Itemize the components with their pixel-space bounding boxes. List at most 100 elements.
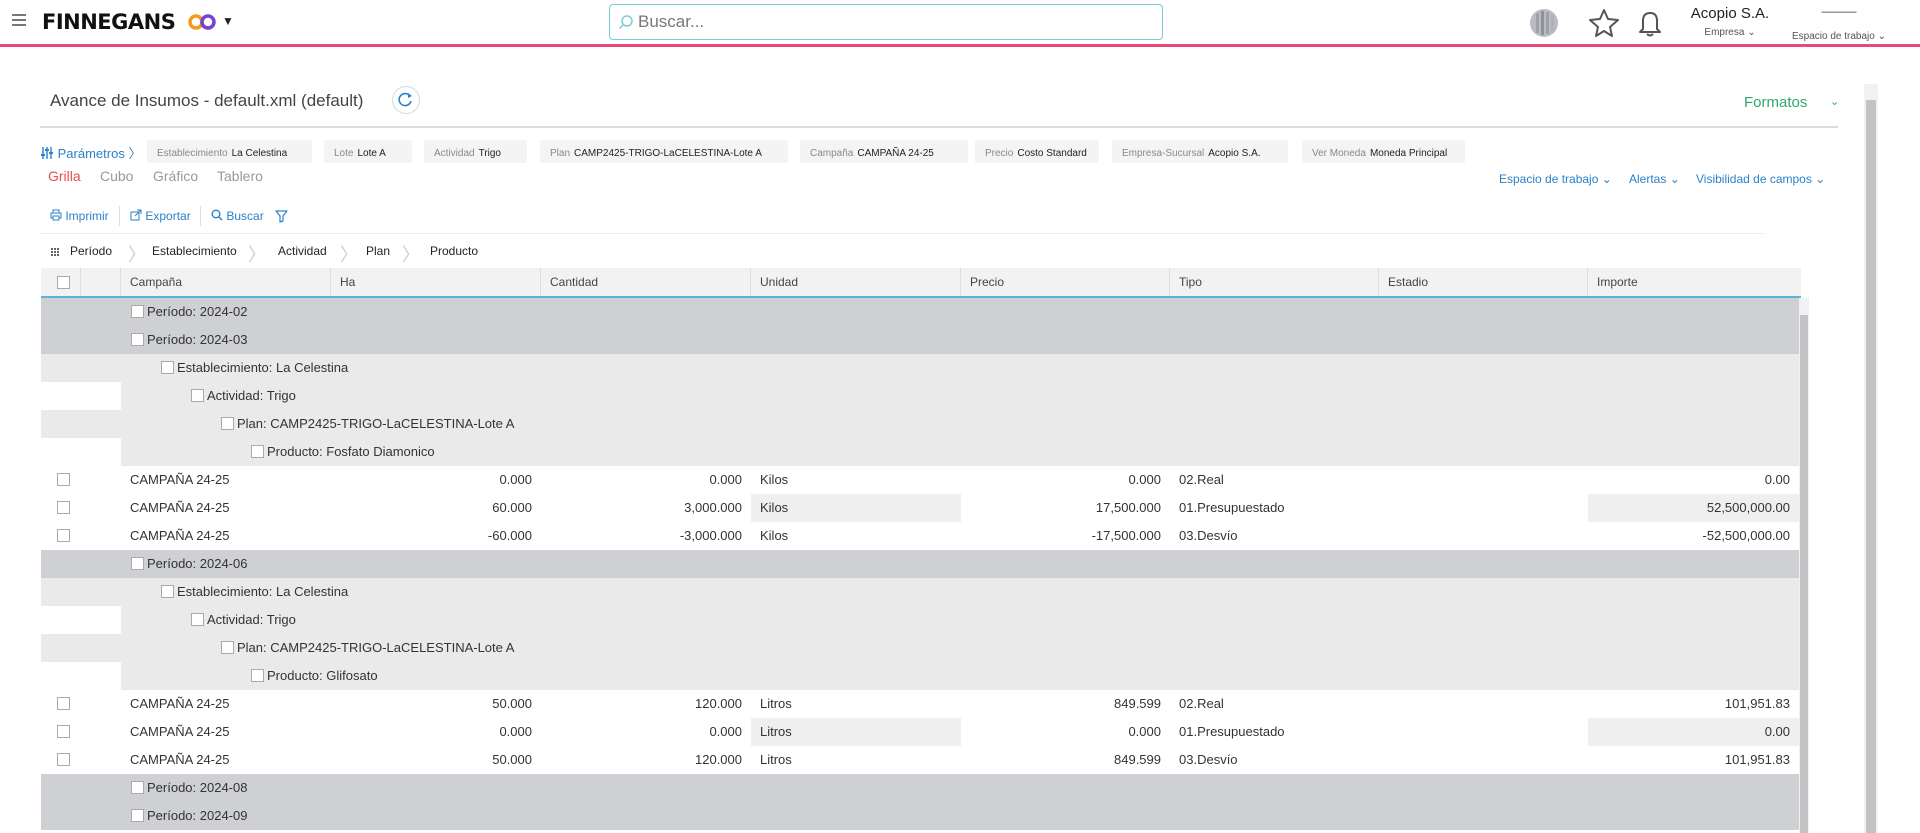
param-campana[interactable]: Campaña CAMPAÑA 24-25 [800, 140, 968, 163]
group-toggle-checkbox[interactable] [251, 669, 264, 683]
notifications-bell-icon[interactable] [1634, 7, 1666, 39]
group-label-text: Establecimiento: La Celestina [177, 360, 349, 375]
groupby-chip[interactable]: Plan [366, 244, 390, 258]
assistant-orb-icon[interactable] [1528, 7, 1560, 39]
espacio-de-trabajo-menu[interactable]: Espacio de trabajo ⌄ [1499, 172, 1612, 186]
table-row[interactable]: CAMPAÑA 24-25 50.000 120.000 Litros 849.599 0… [41, 746, 1801, 774]
group-row[interactable]: Período: 2024-08 [41, 774, 1801, 802]
group-row[interactable]: Establecimiento: La Celestina [41, 354, 1801, 382]
page-scrollbar[interactable] [1864, 84, 1878, 833]
chevron-down-icon[interactable]: ⌄ [1830, 95, 1839, 108]
parametros-link[interactable]: Parámetros 〉 [40, 143, 141, 162]
filter-icon[interactable] [275, 210, 288, 223]
formatos-dropdown[interactable]: Formatos [1744, 94, 1807, 111]
search-input[interactable] [638, 9, 1138, 35]
favorites-star-icon[interactable] [1588, 7, 1620, 39]
groupby-chip[interactable]: Período [70, 244, 112, 258]
param-empresa-sucursal[interactable]: Empresa-Sucursal Acopio S.A. [1112, 140, 1288, 163]
column-header-campana[interactable]: Campaña [121, 268, 331, 296]
table-row[interactable]: CAMPAÑA 24-25 60.000 3,000.000 Kilos 17,500.… [41, 494, 1801, 522]
tab-tablero[interactable]: Tablero [217, 168, 263, 184]
group-row[interactable]: Período: 2024-09 [41, 802, 1801, 830]
group-row[interactable]: Período: 2024-03 [41, 326, 1801, 354]
column-header-ha[interactable]: Ha [331, 268, 541, 296]
row-checkbox[interactable] [57, 725, 70, 738]
table-row[interactable]: CAMPAÑA 24-25 0.000 0.000 Litros 0.000 01.Pre… [41, 718, 1801, 746]
column-header-unidad[interactable]: Unidad [751, 268, 961, 296]
grid-scrollbar-thumb[interactable] [1800, 315, 1808, 833]
group-toggle-checkbox[interactable] [131, 809, 144, 823]
global-search[interactable] [609, 4, 1163, 40]
select-all-checkbox[interactable] [57, 276, 70, 290]
group-row[interactable]: Actividad: Trigo [41, 606, 1801, 634]
column-header-cantidad[interactable]: Cantidad [541, 268, 751, 296]
brand-chevron-down-icon[interactable]: ▼ [222, 14, 234, 28]
group-toggle-checkbox[interactable] [131, 333, 144, 347]
tab-grafico[interactable]: Gráfico [153, 168, 198, 184]
chevron-right-icon: 〉 [128, 245, 146, 265]
group-row[interactable]: Período: 2024-02 [41, 298, 1801, 326]
param-precio[interactable]: Precio Costo Standard [975, 140, 1099, 163]
row-checkbox[interactable] [57, 473, 70, 486]
group-toggle-checkbox[interactable] [161, 585, 174, 599]
table-row[interactable]: CAMPAÑA 24-25 0.000 0.000 Kilos 0.000 02.Real… [41, 466, 1801, 494]
row-checkbox[interactable] [57, 753, 70, 766]
row-checkbox[interactable] [57, 697, 70, 710]
row-checkbox[interactable] [57, 501, 70, 514]
cell-importe: 101,951.83 [1724, 696, 1790, 711]
page-scrollbar-thumb[interactable] [1866, 100, 1876, 833]
hamburger-menu-icon[interactable] [12, 14, 26, 28]
param-lote[interactable]: Lote Lote A [324, 140, 412, 163]
refresh-button[interactable] [392, 86, 420, 114]
param-ver-moneda[interactable]: Ver Moneda Moneda Principal [1302, 140, 1465, 163]
group-row[interactable]: Período: 2024-06 [41, 550, 1801, 578]
group-toggle-checkbox[interactable] [131, 557, 144, 571]
group-row[interactable]: Producto: Fosfato Diamonico [41, 438, 1801, 466]
group-row[interactable]: Plan: CAMP2425-TRIGO-LaCELESTINA-Lote A [41, 634, 1801, 662]
column-header-estadio[interactable]: Estadio [1379, 268, 1588, 296]
row-checkbox[interactable] [57, 529, 70, 542]
param-value: CAMP2425-TRIGO-LaCELESTINA-Lote A [574, 148, 762, 159]
cell-precio: 849.599 [1114, 696, 1161, 711]
param-establecimiento[interactable]: Establecimiento La Celestina [147, 140, 312, 163]
groupby-chip[interactable]: Actividad [278, 244, 327, 258]
visibilidad-de-campos-menu[interactable]: Visibilidad de campos ⌄ [1696, 172, 1825, 186]
group-toggle-checkbox[interactable] [251, 445, 264, 459]
cell-cantidad: -3,000.000 [679, 528, 742, 543]
group-row[interactable]: Establecimiento: La Celestina [41, 578, 1801, 606]
alertas-menu[interactable]: Alertas ⌄ [1629, 172, 1680, 186]
workspace-selector[interactable]: ▬▬▬▬▬▬▬ Espacio de trabajo ⌄ [1786, 5, 1892, 42]
column-header-precio[interactable]: Precio [961, 268, 1170, 296]
tab-grilla[interactable]: Grilla [48, 168, 81, 184]
indent-spacer [41, 606, 121, 634]
param-plan[interactable]: Plan CAMP2425-TRIGO-LaCELESTINA-Lote A [540, 140, 788, 163]
column-header-tipo[interactable]: Tipo [1170, 268, 1379, 296]
group-toggle-checkbox[interactable] [221, 417, 234, 431]
tab-cubo[interactable]: Cubo [100, 168, 133, 184]
print-button[interactable]: Imprimir [50, 209, 109, 223]
search-button[interactable]: Buscar [211, 209, 264, 223]
table-row[interactable]: CAMPAÑA 24-25 50.000 120.000 Litros 849.599 0… [41, 690, 1801, 718]
groupby-chip[interactable]: Establecimiento [152, 244, 237, 258]
cell-importe: 101,951.83 [1724, 752, 1790, 767]
param-actividad[interactable]: Actividad Trigo [424, 140, 527, 163]
group-toggle-checkbox[interactable] [131, 305, 144, 319]
column-header-importe[interactable]: Importe [1588, 268, 1799, 296]
groupby-chip[interactable]: Producto [430, 244, 478, 258]
table-row[interactable]: CAMPAÑA 24-25 -60.000 -3,000.000 Kilos -17,5… [41, 522, 1801, 550]
top-bar: FINNEGANS ▼ Acopio S.A. Empresa ⌄ ▬▬▬▬▬▬… [0, 0, 1920, 47]
export-button[interactable]: Exportar [130, 209, 191, 223]
group-row[interactable]: Actividad: Trigo [41, 382, 1801, 410]
group-label: Plan: CAMP2425-TRIGO-LaCELESTINA-Lote A [221, 410, 514, 438]
group-toggle-checkbox[interactable] [161, 361, 174, 375]
company-selector[interactable]: Acopio S.A. Empresa ⌄ [1688, 5, 1772, 38]
group-row[interactable]: Plan: CAMP2425-TRIGO-LaCELESTINA-Lote A [41, 410, 1801, 438]
grid-scrollbar[interactable] [1799, 298, 1809, 833]
grip-icon[interactable] [50, 247, 60, 257]
group-toggle-checkbox[interactable] [131, 781, 144, 795]
group-row[interactable]: Producto: Glifosato [41, 662, 1801, 690]
group-toggle-checkbox[interactable] [221, 641, 234, 655]
group-toggle-checkbox[interactable] [191, 389, 204, 403]
group-toggle-checkbox[interactable] [191, 613, 204, 627]
cell-estadio [1379, 746, 1588, 774]
